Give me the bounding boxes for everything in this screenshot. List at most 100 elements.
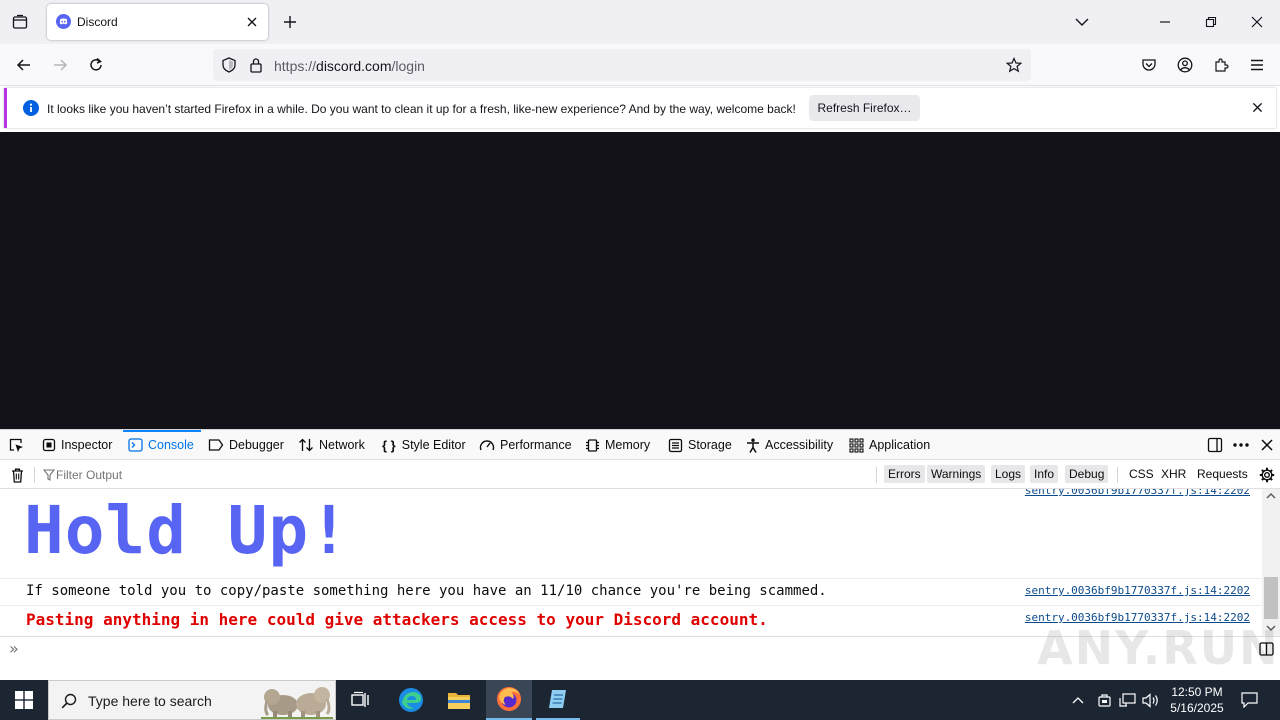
url-text[interactable]: https://discord.com/login	[274, 58, 425, 74]
account-button[interactable]	[1174, 54, 1196, 76]
devtools-tab-accessibility[interactable]: Accessibility	[746, 430, 833, 460]
message-source-link[interactable]: sentry.0036bf9b1770337f.js:14:2202	[1025, 584, 1250, 597]
devtools-tab-application[interactable]: Application	[849, 430, 930, 460]
pocket-icon	[1142, 59, 1156, 71]
reload-button[interactable]	[84, 54, 108, 76]
speaker-icon	[1142, 692, 1158, 708]
taskbar-edge[interactable]	[390, 680, 432, 720]
filter-logs-toggle[interactable]: Logs	[991, 465, 1026, 483]
taskbar-file-explorer[interactable]	[438, 680, 480, 720]
devtools-tab-label: Inspector	[61, 438, 113, 452]
devtools-tab-style-editor[interactable]: { } Style Editor	[382, 430, 466, 460]
filter-errors-toggle[interactable]: Errors	[884, 465, 925, 483]
url-bar[interactable]: https://discord.com/login	[213, 49, 1031, 81]
minimize-button[interactable]	[1150, 10, 1180, 34]
console-icon	[128, 438, 143, 452]
url-host: discord.com	[316, 58, 392, 74]
page-content-area[interactable]	[0, 132, 1280, 429]
tab-strip: Discord	[0, 0, 1280, 44]
list-all-tabs-button[interactable]	[1072, 12, 1092, 32]
devtools-tab-memory[interactable]: Memory	[585, 430, 650, 460]
close-window-button[interactable]	[1242, 10, 1272, 34]
devtools-tab-network[interactable]: Network	[298, 430, 365, 460]
pocket-button[interactable]	[1138, 54, 1160, 76]
accessibility-person-icon	[747, 438, 759, 453]
filter-warnings-toggle[interactable]: Warnings	[927, 465, 986, 483]
chevron-up-icon	[1072, 697, 1084, 704]
task-view-button[interactable]	[340, 680, 380, 720]
filter-requests-toggle[interactable]: Requests	[1193, 465, 1252, 483]
meet-now-tray-button[interactable]	[1094, 690, 1114, 710]
toolbar-divider	[1117, 467, 1118, 483]
tab-discord[interactable]: Discord	[47, 4, 268, 40]
tracking-protection-shield-icon[interactable]	[221, 57, 237, 73]
clear-console-button[interactable]	[8, 466, 26, 484]
back-button[interactable]	[12, 54, 36, 76]
taskbar-search-box[interactable]: Type here to search	[48, 680, 336, 720]
scrollbar-thumb[interactable]	[1264, 577, 1278, 619]
volume-tray-button[interactable]	[1140, 690, 1162, 710]
action-center-button[interactable]	[1234, 680, 1264, 720]
search-placeholder: Type here to search	[88, 693, 212, 709]
filter-css-toggle[interactable]: CSS	[1125, 465, 1158, 483]
account-icon	[1177, 57, 1193, 73]
restore-icon	[1205, 16, 1217, 28]
firefox-view-button[interactable]	[8, 11, 32, 33]
toolbar-divider	[34, 467, 35, 483]
lock-icon[interactable]	[249, 57, 263, 73]
devtools-tab-label: Memory	[605, 438, 651, 452]
gear-icon	[1259, 467, 1275, 483]
devtools-tab-label: Debugger	[229, 438, 284, 452]
console-output: sentry.0036bf9b1770337f.js:14:2202 Hold …	[0, 489, 1262, 636]
devtools-options-button[interactable]	[1231, 436, 1251, 454]
filter-debug-toggle[interactable]: Debug	[1065, 465, 1109, 483]
devtools-tab-inspector[interactable]: Inspector	[42, 430, 112, 460]
taskbar-notepad[interactable]	[536, 680, 580, 720]
filter-xhr-toggle[interactable]: XHR	[1157, 465, 1190, 483]
start-button[interactable]	[0, 680, 48, 720]
network-tray-button[interactable]	[1116, 690, 1138, 710]
prompt-chevron-icon: »	[9, 639, 19, 658]
scroll-up-arrow-icon[interactable]	[1266, 493, 1276, 499]
console-settings-button[interactable]	[1258, 466, 1276, 484]
element-picker-button[interactable]	[6, 436, 26, 454]
plus-icon	[284, 16, 296, 28]
forward-button[interactable]	[48, 54, 72, 76]
message-separator	[0, 578, 1262, 579]
devtools-tab-storage[interactable]: Storage	[668, 430, 732, 460]
chevron-down-icon	[1075, 18, 1089, 26]
curly-braces-icon: { }	[382, 437, 396, 453]
network-arrows-icon	[299, 438, 313, 452]
minimize-icon	[1160, 21, 1170, 23]
devtools-tab-label: Style Editor	[401, 438, 466, 452]
devtools-tab-debugger[interactable]: Debugger	[208, 430, 284, 460]
bookmark-star-icon[interactable]	[1006, 57, 1022, 73]
editor-mode-icon[interactable]	[1259, 642, 1274, 656]
clock-date: 5/16/2025	[1170, 701, 1224, 715]
devtools-tab-performance[interactable]: Performance	[479, 430, 572, 460]
puzzle-icon	[1215, 58, 1229, 72]
application-grid-icon	[849, 437, 864, 453]
close-notification-icon[interactable]	[1252, 102, 1263, 113]
filter-info-toggle[interactable]: Info	[1030, 465, 1059, 483]
close-tab-icon[interactable]	[246, 16, 258, 28]
filter-output-input[interactable]	[56, 465, 856, 485]
network-icon	[1118, 692, 1136, 707]
console-scrollbar[interactable]	[1262, 489, 1280, 636]
extensions-button[interactable]	[1210, 54, 1232, 76]
new-tab-button[interactable]	[280, 12, 300, 32]
message-source-link[interactable]: sentry.0036bf9b1770337f.js:14:2202	[1025, 489, 1250, 497]
task-view-icon	[351, 691, 369, 707]
info-icon	[23, 100, 39, 116]
close-devtools-button[interactable]	[1257, 436, 1277, 454]
devtools-tab-console[interactable]: Console	[123, 430, 201, 460]
app-menu-button[interactable]	[1246, 54, 1268, 76]
inspector-icon	[42, 438, 56, 452]
taskbar-firefox[interactable]	[486, 680, 532, 720]
refresh-firefox-button[interactable]: Refresh Firefox…	[809, 95, 920, 121]
console-input-row[interactable]: » ANY.RUN	[0, 621, 1280, 681]
show-hidden-icons-button[interactable]	[1068, 690, 1088, 710]
system-clock[interactable]: 12:50 PM 5/16/2025	[1162, 684, 1232, 716]
restore-button[interactable]	[1196, 10, 1226, 34]
dock-side-button[interactable]	[1205, 436, 1225, 454]
